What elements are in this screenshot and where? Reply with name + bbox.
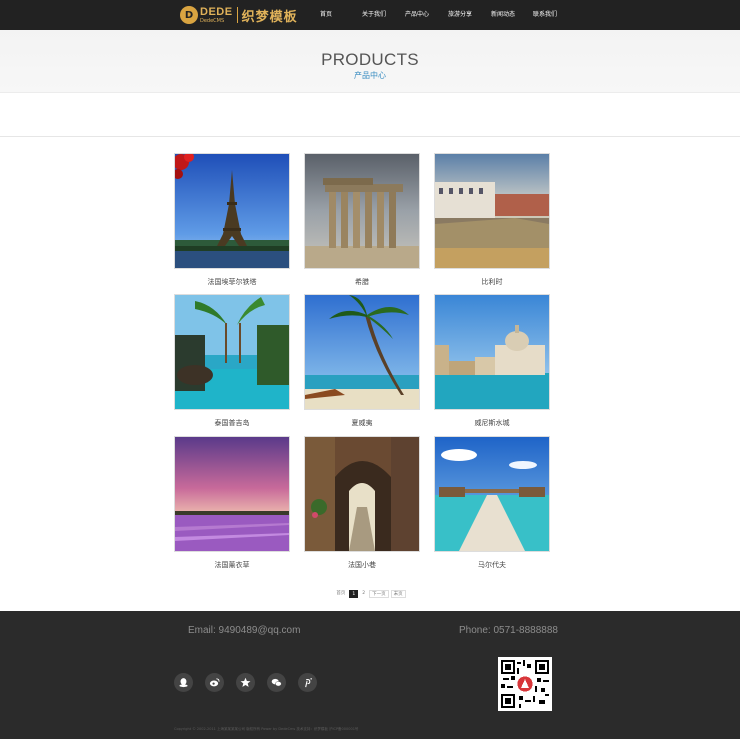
product-image-french-alley[interactable] — [304, 436, 420, 552]
product-card[interactable]: 比利时 — [434, 153, 550, 287]
belgium-canal-photo — [435, 154, 549, 268]
star-icon[interactable] — [236, 673, 255, 692]
pagination: 首页 1 2 下一页 末页 — [0, 590, 740, 598]
product-name[interactable]: 法国薰衣草 — [174, 560, 290, 570]
main-nav: 首页 关于我们 产品中心 旅游分享 新闻动态 联系我们 — [300, 0, 566, 30]
hawaii-beach-photo — [305, 295, 419, 409]
product-card[interactable]: 马尔代夫 — [434, 436, 550, 570]
product-image-maldives[interactable] — [434, 436, 550, 552]
nav-contact[interactable]: 联系我们 — [524, 0, 566, 30]
logo-divider — [236, 7, 238, 23]
product-name[interactable]: 法国埃菲尔铁塔 — [174, 277, 290, 287]
product-card[interactable]: 夏威夷 — [304, 294, 420, 428]
phuket-pool-photo — [175, 295, 289, 409]
venice-canal-photo — [435, 295, 549, 409]
product-name[interactable]: 夏威夷 — [304, 418, 420, 428]
qq-icon[interactable] — [174, 673, 193, 692]
french-alley-photo — [305, 437, 419, 551]
footer-phone: Phone: 0571-8888888 — [459, 625, 558, 636]
product-name[interactable]: 希腊 — [304, 277, 420, 287]
section-divider — [0, 136, 740, 137]
pagination-page-1[interactable]: 1 — [349, 590, 359, 598]
nav-about[interactable]: 关于我们 — [352, 0, 396, 30]
product-image-hawaii[interactable] — [304, 294, 420, 410]
page-title: PRODUCTS — [321, 50, 419, 69]
pagination-last[interactable]: 末页 — [390, 590, 406, 598]
product-image-greece[interactable] — [304, 153, 420, 269]
wechat-qr-code — [498, 657, 552, 711]
wechat-icon[interactable] — [267, 673, 286, 692]
product-card[interactable]: 希腊 — [304, 153, 420, 287]
nav-news[interactable]: 新闻动态 — [482, 0, 524, 30]
product-name[interactable]: 比利时 — [434, 277, 550, 287]
greece-ruins-photo — [305, 154, 419, 268]
pagination-first[interactable]: 首页 — [334, 590, 348, 598]
product-name[interactable]: 法国小巷 — [304, 560, 420, 570]
product-image-lavender[interactable] — [174, 436, 290, 552]
product-name[interactable]: 泰国普吉岛 — [174, 418, 290, 428]
product-image-venice[interactable] — [434, 294, 550, 410]
logo-brand-cn: 织梦模板 — [241, 9, 298, 25]
site-logo[interactable]: D DEDE DedeCMS 织梦模板 — [180, 5, 298, 25]
page-banner: PRODUCTS 产品中心 — [0, 30, 740, 93]
nav-products[interactable]: 产品中心 — [396, 0, 438, 30]
product-image-eiffel-tower[interactable] — [174, 153, 290, 269]
site-footer: Email: 9490489@qq.com Phone: 0571-888888… — [0, 611, 740, 739]
nav-home[interactable]: 首页 — [300, 0, 352, 30]
product-card[interactable]: 威尼斯水城 — [434, 294, 550, 428]
product-card[interactable]: 法国埃菲尔铁塔 — [174, 153, 290, 287]
pinterest-icon[interactable] — [298, 673, 317, 692]
product-card[interactable]: 泰国普吉岛 — [174, 294, 290, 428]
lavender-field-photo — [175, 437, 289, 551]
top-navigation-bar: D DEDE DedeCMS 织梦模板 首页 关于我们 产品中心 旅游分享 新闻… — [0, 0, 740, 30]
logo-brand-en: DEDE — [200, 5, 233, 18]
product-image-phuket[interactable] — [174, 294, 290, 410]
logo-brand-en-sub: DedeCMS — [200, 17, 225, 24]
footer-copyright: Copyright © 2002-2011 上海某某某某公司 版权所有 Powe… — [174, 727, 359, 731]
product-image-belgium[interactable] — [434, 153, 550, 269]
logo-english: DEDE DedeCMS — [200, 5, 233, 24]
social-links — [174, 673, 317, 692]
pagination-page-2[interactable]: 2 — [360, 590, 368, 598]
product-name[interactable]: 马尔代夫 — [434, 560, 550, 570]
weibo-icon[interactable] — [205, 673, 224, 692]
product-card[interactable]: 法国小巷 — [304, 436, 420, 570]
pagination-next[interactable]: 下一页 — [369, 590, 389, 598]
eiffel-tower-photo — [175, 154, 289, 268]
page-subtitle: 产品中心 — [354, 71, 386, 80]
logo-badge: D — [180, 6, 198, 24]
footer-email[interactable]: Email: 9490489@qq.com — [188, 625, 300, 636]
maldives-pier-photo — [435, 437, 549, 551]
product-card[interactable]: 法国薰衣草 — [174, 436, 290, 570]
product-name[interactable]: 威尼斯水城 — [434, 418, 550, 428]
nav-travel-share[interactable]: 旅游分享 — [438, 0, 482, 30]
